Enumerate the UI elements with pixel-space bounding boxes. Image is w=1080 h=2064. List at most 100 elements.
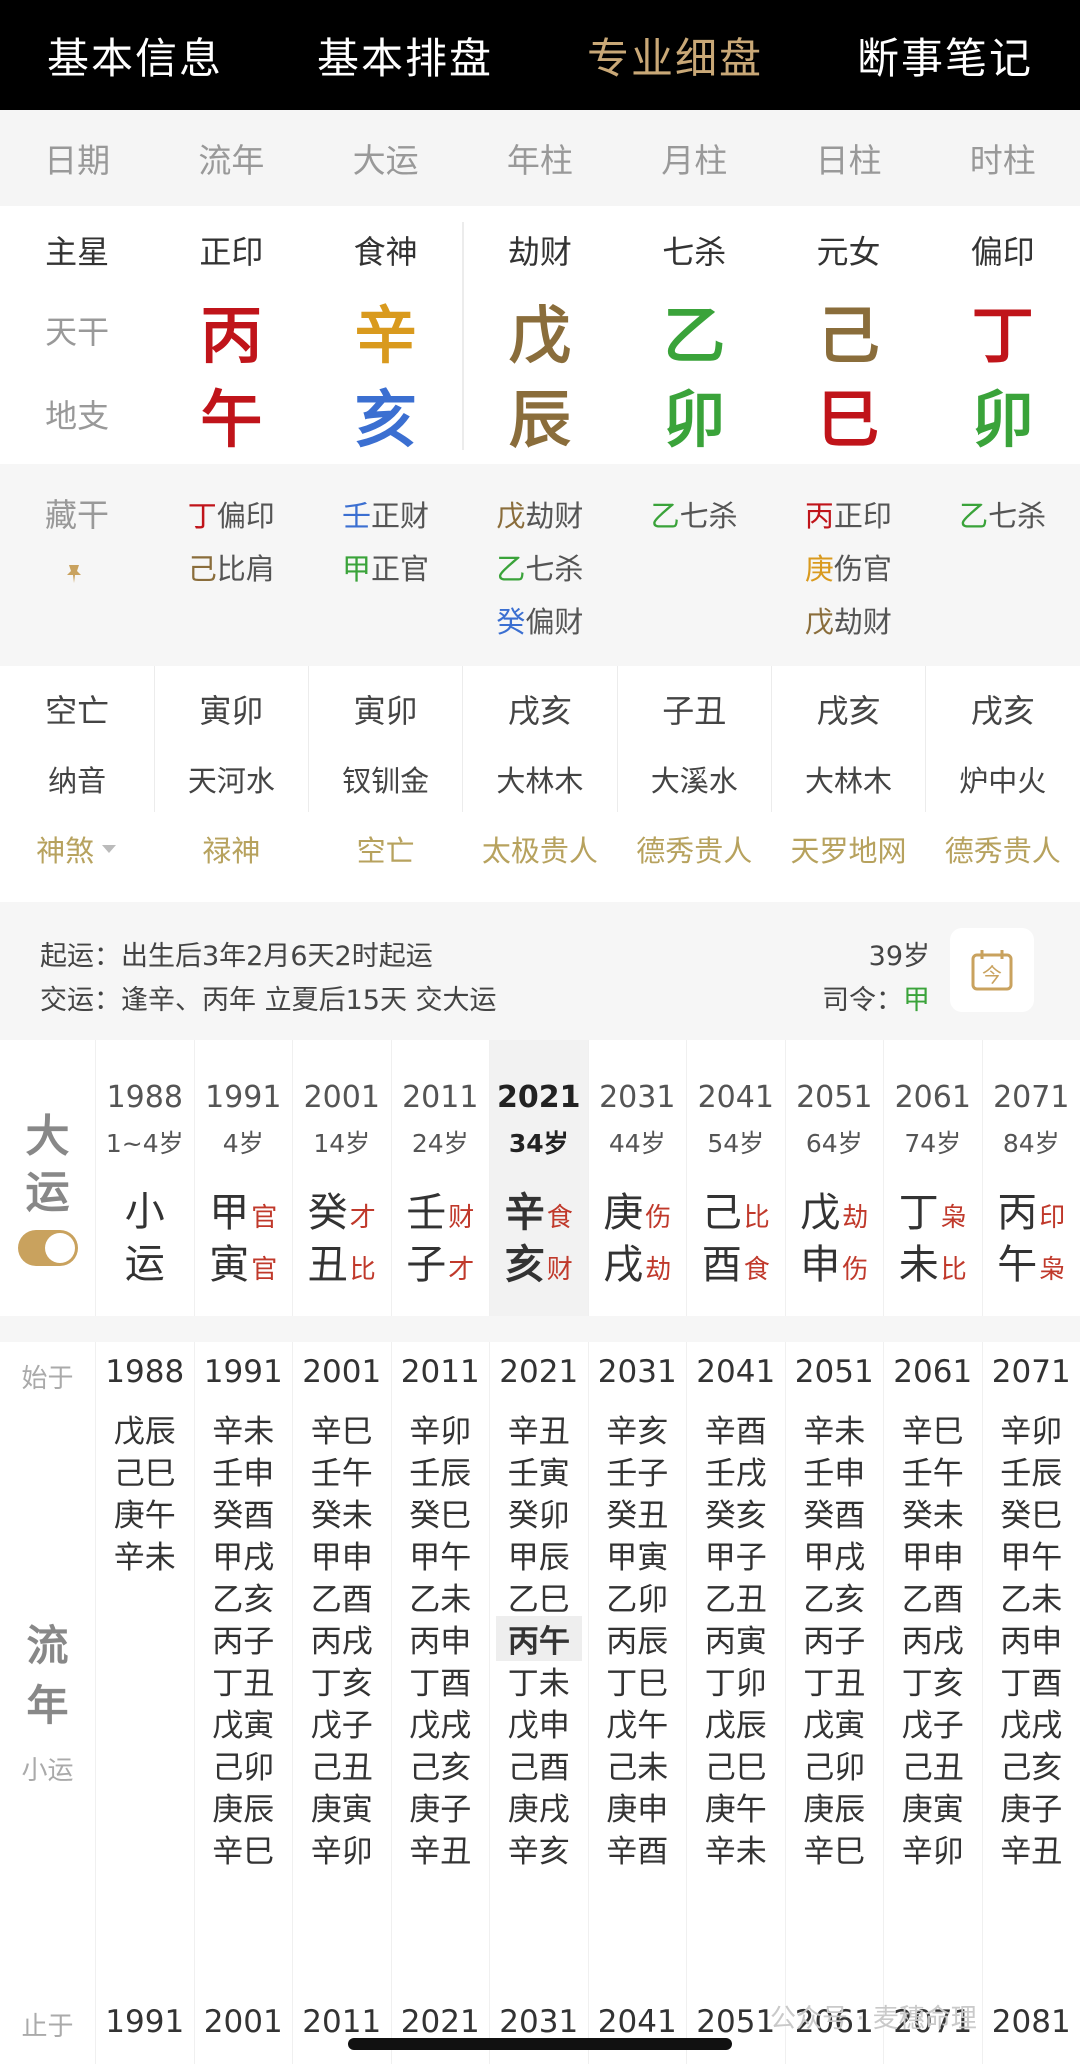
- liunian-year-item[interactable]: 庚辰: [786, 1784, 884, 1829]
- liunian-year-item[interactable]: 己卯: [786, 1742, 884, 1787]
- liunian-year-item[interactable]: 乙巳: [490, 1574, 588, 1619]
- tab-basic-info[interactable]: 基本信息: [0, 0, 270, 110]
- liunian-year-item[interactable]: 甲午: [392, 1532, 490, 1577]
- liunian-year-item[interactable]: 辛未: [786, 1406, 884, 1451]
- liunian-year-item[interactable]: 壬子: [589, 1448, 687, 1493]
- shensha-cell[interactable]: 德秀贵人: [926, 816, 1080, 882]
- liunian-year-item[interactable]: 丁卯: [687, 1658, 785, 1703]
- liunian-year-item[interactable]: 癸酉: [195, 1490, 293, 1535]
- liunian-year-item[interactable]: 丙申: [392, 1616, 490, 1661]
- liunian-year-item[interactable]: 己丑: [884, 1742, 982, 1787]
- liunian-year-item[interactable]: 辛丑: [490, 1406, 588, 1451]
- liunian-year-item[interactable]: 庚午: [687, 1784, 785, 1829]
- home-indicator[interactable]: [348, 2038, 732, 2050]
- liunian-year-item[interactable]: 丁亥: [884, 1658, 982, 1703]
- liunian-year-item[interactable]: 庚寅: [293, 1784, 391, 1829]
- liunian-year-item[interactable]: 癸巳: [392, 1490, 490, 1535]
- liunian-year-item[interactable]: 丙寅: [687, 1616, 785, 1661]
- liunian-year-item[interactable]: 丁亥: [293, 1658, 391, 1703]
- liunian-year-item[interactable]: 庚戌: [490, 1784, 588, 1829]
- liunian-year-item[interactable]: 乙丑: [687, 1574, 785, 1619]
- liunian-year-item[interactable]: 己亥: [392, 1742, 490, 1787]
- liunian-year-item[interactable]: 辛卯: [293, 1826, 391, 1871]
- shensha-cell[interactable]: 太极贵人: [463, 816, 617, 882]
- liunian-year-item[interactable]: 丙申: [983, 1616, 1080, 1661]
- liunian-year-item[interactable]: 癸巳: [983, 1490, 1080, 1535]
- liunian-year-item[interactable]: 辛亥: [589, 1406, 687, 1451]
- shensha-dropdown[interactable]: 神煞: [0, 816, 154, 882]
- shensha-cell[interactable]: 天罗地网: [771, 816, 925, 882]
- liunian-year-item[interactable]: 甲戌: [786, 1532, 884, 1577]
- liunian-year-item[interactable]: 辛未: [687, 1826, 785, 1871]
- liunian-year-item[interactable]: 庚辰: [195, 1784, 293, 1829]
- tab-professional-chart[interactable]: 专业细盘: [540, 0, 810, 110]
- liunian-year-item[interactable]: 戊子: [884, 1700, 982, 1745]
- liunian-year-item[interactable]: 己未: [589, 1742, 687, 1787]
- liunian-year-item[interactable]: 己丑: [293, 1742, 391, 1787]
- liunian-year-item[interactable]: 辛未: [195, 1406, 293, 1451]
- liunian-year-item[interactable]: 丁未: [490, 1658, 588, 1703]
- liunian-year-item[interactable]: 己酉: [490, 1742, 588, 1787]
- liunian-year-item[interactable]: 壬午: [293, 1448, 391, 1493]
- liunian-year-item[interactable]: 庚子: [983, 1784, 1080, 1829]
- liunian-year-item[interactable]: 辛巳: [884, 1406, 982, 1451]
- liunian-year-item[interactable]: 己巳: [96, 1448, 194, 1493]
- shensha-cell[interactable]: 禄神: [154, 816, 308, 882]
- liunian-year-item[interactable]: 戊辰: [96, 1406, 194, 1451]
- liunian-year-item[interactable]: 甲申: [293, 1532, 391, 1577]
- liunian-year-item[interactable]: 丁丑: [195, 1658, 293, 1703]
- liunian-year-item[interactable]: 壬戌: [687, 1448, 785, 1493]
- shensha-cell[interactable]: 德秀贵人: [617, 816, 771, 882]
- liunian-year-item[interactable]: 壬辰: [983, 1448, 1080, 1493]
- liunian-year-item[interactable]: 戊午: [589, 1700, 687, 1745]
- liunian-year-item[interactable]: 壬午: [884, 1448, 982, 1493]
- dayun-toggle[interactable]: [18, 1230, 78, 1266]
- liunian-year-item[interactable]: 甲午: [983, 1532, 1080, 1577]
- liunian-year-item[interactable]: 壬寅: [490, 1448, 588, 1493]
- liunian-year-item[interactable]: 庚寅: [884, 1784, 982, 1829]
- dayun-column[interactable]: 2001 14岁癸才丑比: [292, 1040, 391, 1316]
- liunian-year-item[interactable]: 辛巳: [293, 1406, 391, 1451]
- liunian-year-item[interactable]: 癸亥: [687, 1490, 785, 1535]
- dayun-column[interactable]: 2021 34岁辛食亥财: [489, 1040, 588, 1316]
- liunian-year-item[interactable]: 甲寅: [589, 1532, 687, 1577]
- liunian-year-item[interactable]: 甲戌: [195, 1532, 293, 1577]
- liunian-year-item[interactable]: 癸卯: [490, 1490, 588, 1535]
- liunian-year-item[interactable]: 丙子: [195, 1616, 293, 1661]
- liunian-year-item[interactable]: 庚午: [96, 1490, 194, 1535]
- liunian-year-item[interactable]: 乙未: [392, 1574, 490, 1619]
- liunian-year-item[interactable]: 壬辰: [392, 1448, 490, 1493]
- liunian-year-item[interactable]: 丙戌: [293, 1616, 391, 1661]
- liunian-year-item[interactable]: 辛卯: [983, 1406, 1080, 1451]
- liunian-year-item[interactable]: 戊戌: [983, 1700, 1080, 1745]
- liunian-year-item[interactable]: 庚子: [392, 1784, 490, 1829]
- liunian-year-item[interactable]: 辛巳: [786, 1826, 884, 1871]
- dayun-column[interactable]: 2061 74岁丁枭未比: [883, 1040, 982, 1316]
- liunian-year-item[interactable]: 乙亥: [786, 1574, 884, 1619]
- liunian-year-item[interactable]: 辛酉: [687, 1406, 785, 1451]
- liunian-year-item[interactable]: 丁酉: [392, 1658, 490, 1703]
- liunian-year-item[interactable]: 辛卯: [884, 1826, 982, 1871]
- liunian-year-item[interactable]: 丁丑: [786, 1658, 884, 1703]
- liunian-year-item[interactable]: 辛卯: [392, 1406, 490, 1451]
- liunian-year-item[interactable]: 己亥: [983, 1742, 1080, 1787]
- dayun-column[interactable]: 2051 64岁戊劫申伤: [784, 1040, 884, 1316]
- tab-basic-chart[interactable]: 基本排盘: [270, 0, 540, 110]
- liunian-year-item[interactable]: 辛未: [96, 1532, 194, 1577]
- shensha-cell[interactable]: 空亡: [309, 816, 463, 882]
- liunian-year-item[interactable]: 戊子: [293, 1700, 391, 1745]
- dayun-column[interactable]: 2031 44岁庚伤戌劫: [587, 1040, 687, 1316]
- dayun-column[interactable]: 1991 4岁甲官寅官: [193, 1040, 293, 1316]
- liunian-year-item[interactable]: 辛巳: [195, 1826, 293, 1871]
- liunian-year-item[interactable]: 甲辰: [490, 1532, 588, 1577]
- liunian-year-item[interactable]: 辛酉: [589, 1826, 687, 1871]
- liunian-year-item[interactable]: 乙酉: [293, 1574, 391, 1619]
- liunian-year-item[interactable]: 己卯: [195, 1742, 293, 1787]
- liunian-year-item[interactable]: 乙未: [983, 1574, 1080, 1619]
- liunian-year-item[interactable]: 甲子: [687, 1532, 785, 1577]
- liunian-year-item[interactable]: 辛亥: [490, 1826, 588, 1871]
- liunian-year-item[interactable]: 癸未: [293, 1490, 391, 1535]
- liunian-year-item[interactable]: 戊申: [490, 1700, 588, 1745]
- liunian-year-item[interactable]: 己巳: [687, 1742, 785, 1787]
- liunian-year-item[interactable]: 戊戌: [392, 1700, 490, 1745]
